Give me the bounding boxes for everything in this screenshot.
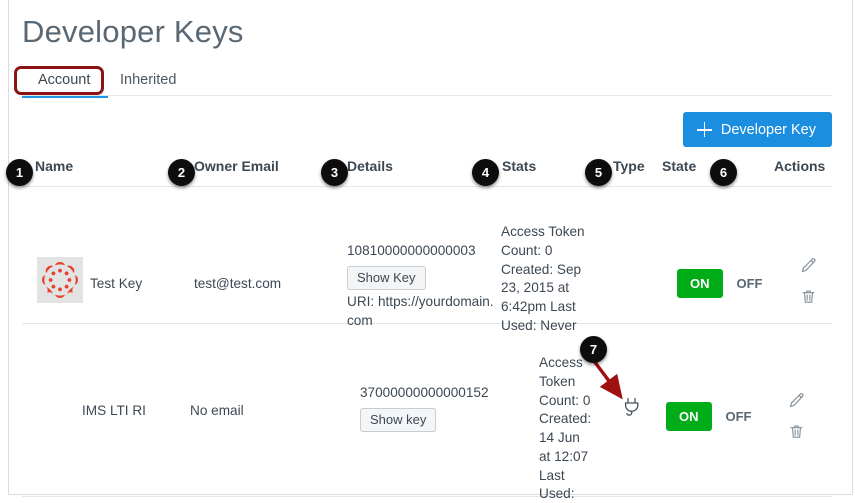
column-header-name: Name <box>35 158 74 174</box>
canvas-logo-icon <box>37 257 83 303</box>
annotation-badge-1: 1 <box>6 159 33 186</box>
plus-icon <box>696 122 712 137</box>
annotation-badge-2: 2 <box>168 159 195 186</box>
show-key-button[interactable]: Show key <box>360 407 437 433</box>
column-header-details: Details <box>347 158 393 174</box>
developer-keys-page: Developer Keys Account Inherited Develop… <box>0 0 855 503</box>
trash-icon[interactable] <box>788 423 805 445</box>
state-on-button[interactable]: ON <box>666 402 712 431</box>
tab-inherited[interactable]: Inherited <box>118 68 178 92</box>
cell-owner-email: test@test.com <box>194 276 282 291</box>
developer-key-id: 37000000000000152 <box>360 385 489 400</box>
cell-actions <box>800 257 817 310</box>
pencil-icon[interactable] <box>800 257 817 279</box>
column-header-state: State <box>662 158 697 174</box>
column-header-owner-email: Owner Email <box>194 158 279 174</box>
page-title: Developer Keys <box>22 14 244 49</box>
column-header-actions: Actions <box>774 158 826 174</box>
annotation-badge-3: 3 <box>321 159 348 186</box>
add-developer-key-label: Developer Key <box>720 121 816 138</box>
cell-name: Test Key <box>90 276 143 291</box>
cell-stats: Access Token Count: 0 Created: Sep 23, 2… <box>501 224 585 333</box>
cell-state: ON OFF <box>677 269 763 298</box>
cell-owner-email: No email <box>190 403 244 418</box>
state-on-button[interactable]: ON <box>677 269 723 298</box>
tab-bar: Account Inherited <box>22 68 832 98</box>
pencil-icon[interactable] <box>788 392 805 414</box>
column-header-type: Type <box>613 158 645 174</box>
table-row: Test Key test@test.com 10810000000000003… <box>22 187 832 333</box>
tab-bar-divider <box>22 95 832 96</box>
trash-icon[interactable] <box>800 288 817 310</box>
developer-key-id: 10810000000000003 <box>347 243 476 258</box>
table-row: IMS LTI RI No email 37000000000000152 Sh… <box>22 324 832 501</box>
cell-name: IMS LTI RI <box>82 403 146 418</box>
annotation-badge-5: 5 <box>585 159 612 186</box>
cell-details: 10810000000000003 Show Key URI: https://… <box>347 242 495 331</box>
annotation-highlight-account-tab <box>14 66 104 95</box>
cell-actions <box>788 392 805 445</box>
column-header-stats: Stats <box>502 158 537 174</box>
annotation-badge-7: 7 <box>580 336 607 363</box>
developer-keys-table: Name Owner Email Details Stats Type Stat… <box>22 158 832 501</box>
annotation-badge-4: 4 <box>472 159 499 186</box>
annotation-badge-6: 6 <box>710 159 737 186</box>
add-developer-key-button[interactable]: Developer Key <box>682 112 832 147</box>
cell-details: 37000000000000152 Show key <box>360 384 510 435</box>
state-off-button[interactable]: OFF <box>726 409 752 424</box>
show-key-button[interactable]: Show Key <box>347 265 426 291</box>
cell-state: ON OFF <box>666 402 752 431</box>
state-off-button[interactable]: OFF <box>737 276 763 291</box>
